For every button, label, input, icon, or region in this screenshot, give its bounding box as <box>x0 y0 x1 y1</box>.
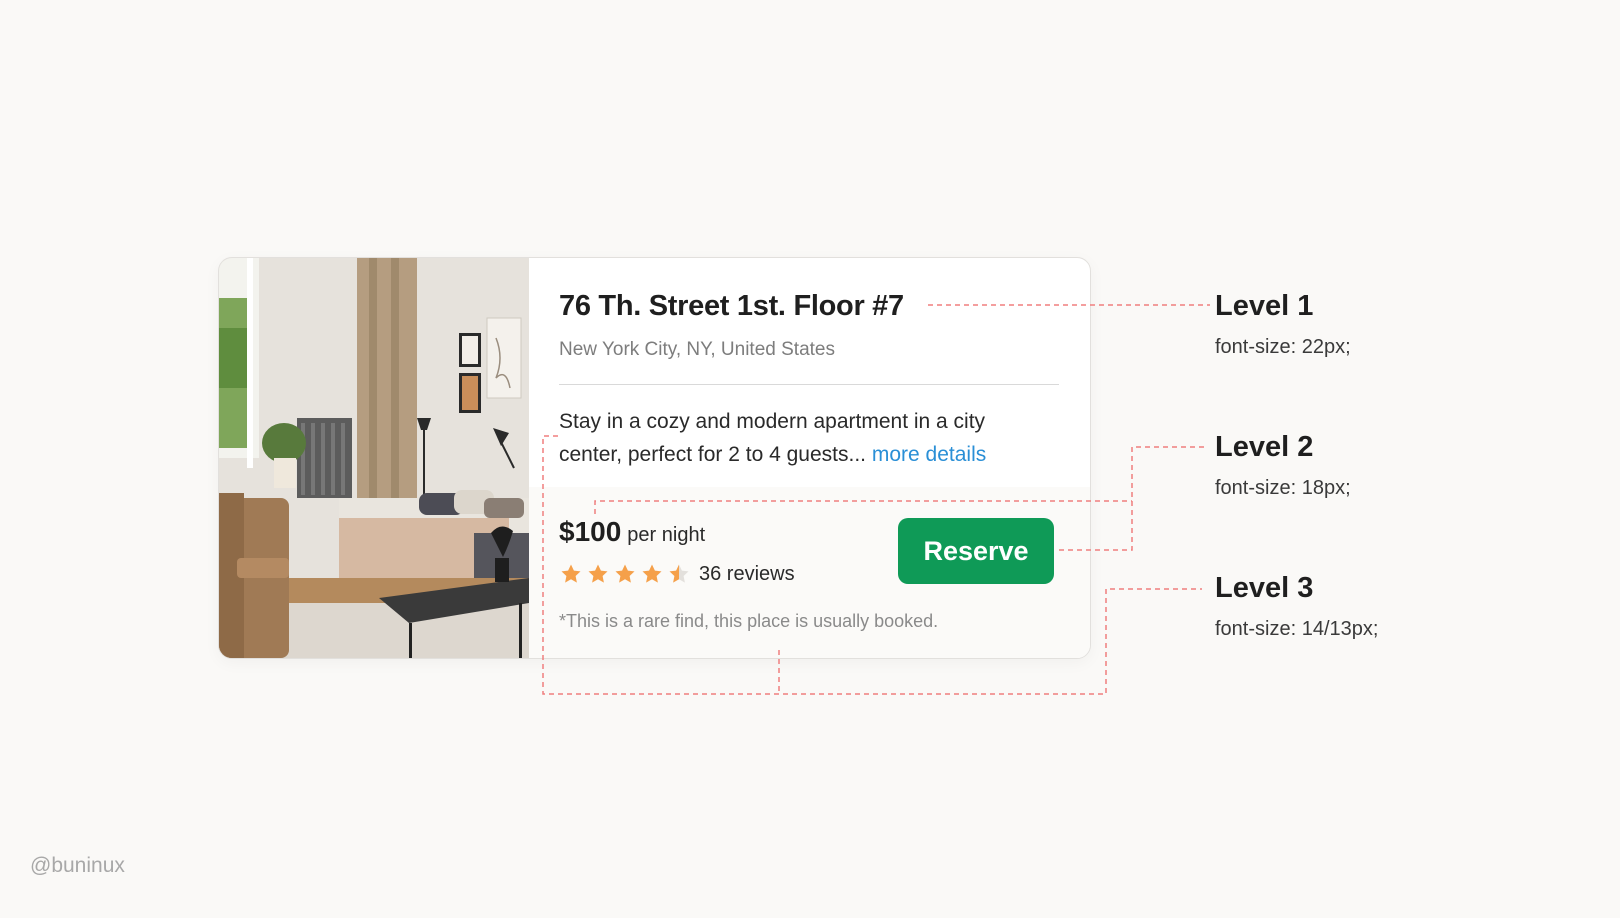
divider <box>559 384 1059 385</box>
listing-content: 76 Th. Street 1st. Floor #7 New York Cit… <box>529 258 1090 658</box>
author-watermark: @buninux <box>30 854 125 877</box>
star-icon <box>588 564 608 583</box>
star-rating <box>559 562 691 586</box>
level-description: font-size: 18px; <box>1215 477 1351 499</box>
star-icon <box>615 564 635 583</box>
apartment-photo-illustration <box>219 258 529 658</box>
review-count: 36 reviews <box>699 562 795 585</box>
listing-photo <box>219 258 529 658</box>
price-row: $100 per night <box>559 516 705 548</box>
level-description: font-size: 22px; <box>1215 336 1351 358</box>
level-title: Level 3 <box>1215 572 1314 604</box>
listing-title: 76 Th. Street 1st. Floor #7 <box>559 290 904 322</box>
level-description: font-size: 14/13px; <box>1215 618 1379 640</box>
design-annotation-stage: 76 Th. Street 1st. Floor #7 New York Cit… <box>0 0 1620 918</box>
star-icon <box>642 564 662 583</box>
star-half-icon <box>669 564 689 583</box>
price-unit: per night <box>627 524 706 546</box>
level-title: Level 2 <box>1215 431 1314 463</box>
listing-location: New York City, NY, United States <box>559 339 835 360</box>
level-2-annotation: Level 2 font-size: 18px; <box>1215 429 1351 501</box>
listing-description: Stay in a cozy and modern apartment in a… <box>559 405 1049 471</box>
rating-row: 36 reviews <box>559 561 795 587</box>
level-title: Level 1 <box>1215 290 1314 322</box>
more-details-link[interactable]: more details <box>872 443 986 466</box>
listing-footer: $100 per night 36 reviews Reserve *This … <box>529 487 1090 658</box>
price-value: $100 <box>559 516 622 547</box>
star-icon <box>561 564 581 583</box>
availability-note: *This is a rare find, this place is usua… <box>559 611 939 631</box>
level-3-annotation: Level 3 font-size: 14/13px; <box>1215 570 1378 642</box>
reserve-button[interactable]: Reserve <box>898 518 1054 584</box>
listing-card: 76 Th. Street 1st. Floor #7 New York Cit… <box>218 257 1091 659</box>
level-1-annotation: Level 1 font-size: 22px; <box>1215 288 1351 360</box>
